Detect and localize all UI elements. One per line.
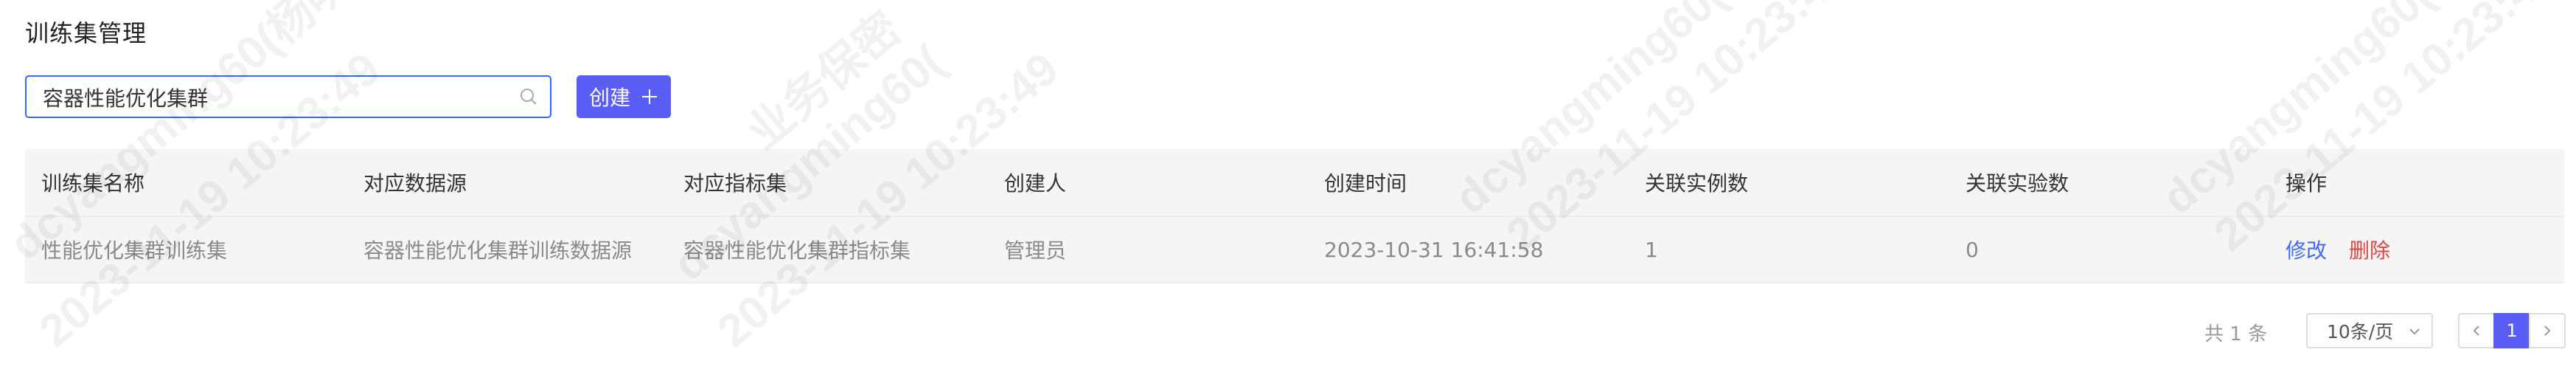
cell-experiments: 0 <box>1966 237 1979 262</box>
cell-metricset: 容器性能优化集群指标集 <box>683 238 911 263</box>
cell-instances: 1 <box>1645 237 1658 262</box>
chevron-down-icon <box>2409 328 2420 335</box>
cell-name: 性能优化集群训练集 <box>41 238 228 263</box>
cell-created-time: 2023-10-31 16:41:58 <box>1324 237 1544 262</box>
cell-creator: 管理员 <box>1004 238 1067 263</box>
pager-next-button[interactable] <box>2529 313 2566 348</box>
page-size-value: 10条/页 <box>2327 321 2394 343</box>
cell-datasource: 容器性能优化集群训练数据源 <box>363 238 633 263</box>
chevron-right-icon <box>2544 326 2551 336</box>
training-set-table: 训练集名称 对应数据源 对应指标集 创建人 创建时间 关联实例数 关联实验数 操… <box>25 149 2564 283</box>
pagination-total: 共 1 条 <box>2204 323 2268 345</box>
header-metricset: 对应指标集 <box>683 171 787 196</box>
header-name: 训练集名称 <box>41 171 145 196</box>
create-button-label: 创建 <box>588 86 630 110</box>
plus-icon <box>642 89 657 104</box>
table-row: 性能优化集群训练集 容器性能优化集群训练数据源 容器性能优化集群指标集 管理员 … <box>25 217 2564 283</box>
page-title: 训练集管理 <box>25 19 147 47</box>
pager-page-1[interactable]: 1 <box>2493 313 2530 348</box>
edit-link[interactable]: 修改 <box>2286 235 2327 264</box>
search-box[interactable] <box>25 75 551 118</box>
page-size-select[interactable]: 10条/页 <box>2306 313 2433 348</box>
header-instances: 关联实例数 <box>1645 171 1749 196</box>
search-input[interactable] <box>41 77 501 118</box>
delete-link[interactable]: 删除 <box>2349 235 2390 264</box>
search-icon[interactable] <box>518 86 540 108</box>
pager-prev-button[interactable] <box>2458 313 2495 348</box>
create-button[interactable]: 创建 <box>577 75 671 118</box>
header-experiments: 关联实验数 <box>1966 171 2069 196</box>
chevron-left-icon <box>2473 326 2479 336</box>
header-creator: 创建人 <box>1004 171 1067 196</box>
watermark-text: 业务保密 <box>737 2 911 159</box>
table-header: 训练集名称 对应数据源 对应指标集 创建人 创建时间 关联实例数 关联实验数 操… <box>25 149 2564 217</box>
header-actions: 操作 <box>2286 171 2328 196</box>
header-datasource: 对应数据源 <box>363 171 467 196</box>
cell-actions: 修改 删除 <box>2286 217 2390 282</box>
header-created-time: 创建时间 <box>1324 171 1407 196</box>
